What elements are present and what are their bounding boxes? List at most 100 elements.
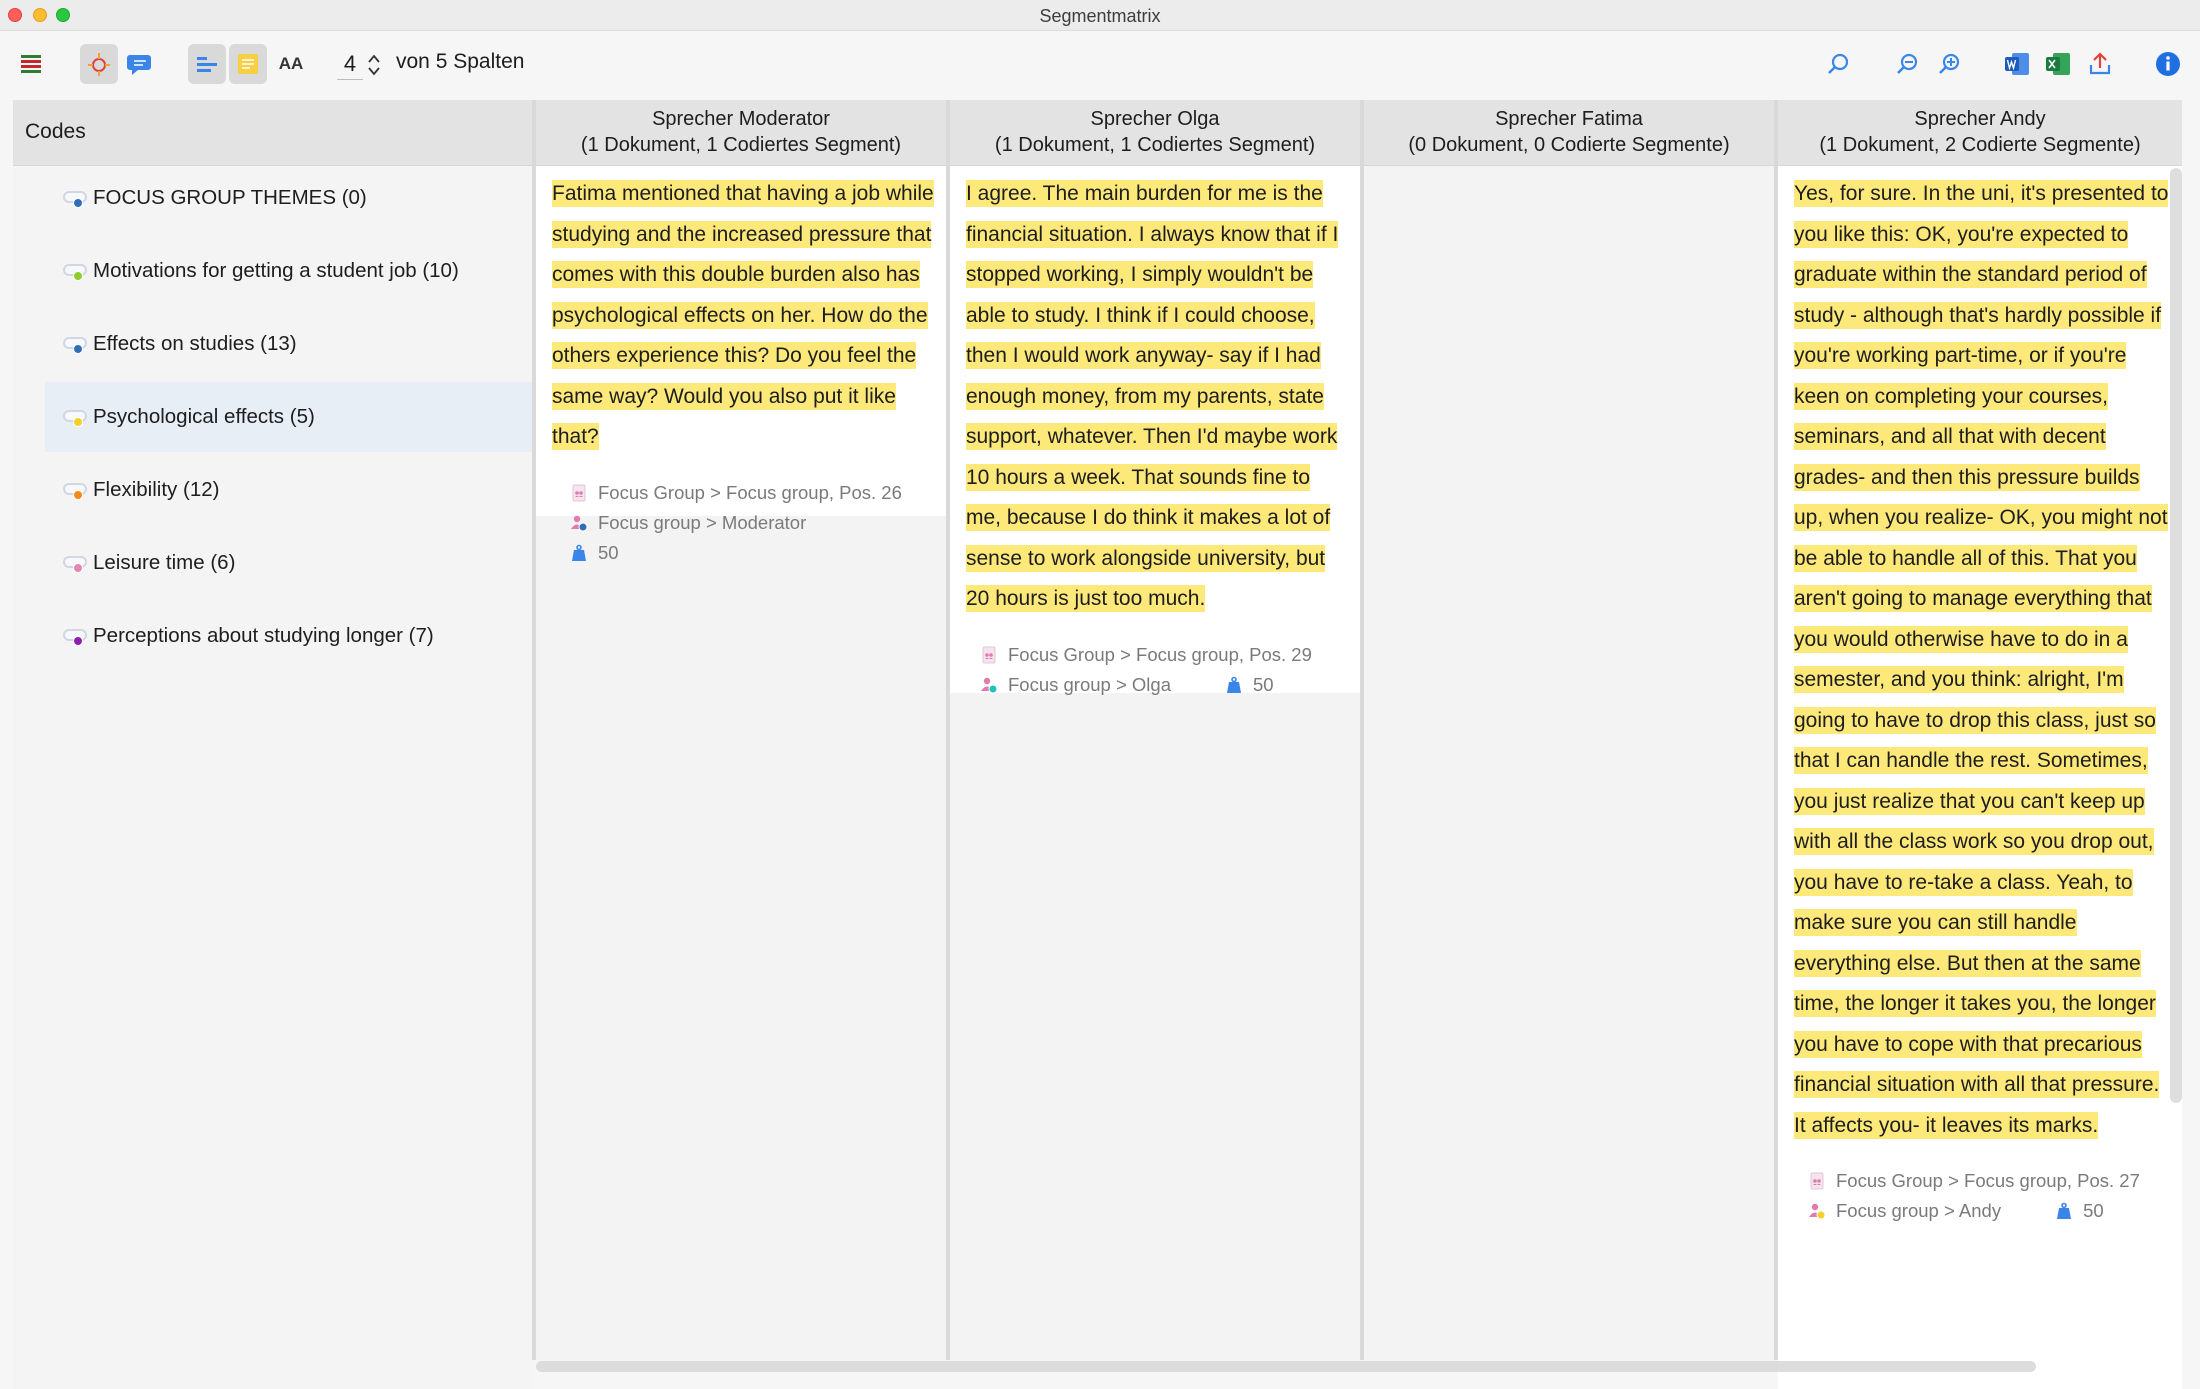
column-header[interactable]: Sprecher Moderator (1 Dokument, 1 Codiert… — [536, 100, 946, 166]
coded-segment-cell[interactable]: Fatima mentioned that having a job while… — [536, 166, 946, 563]
code-tag-icon — [63, 480, 89, 500]
column-header-subtitle: (0 Dokument, 0 Codierte Segmente) — [1408, 134, 1730, 156]
weight-icon — [572, 544, 586, 561]
segment-weight: 50 — [1253, 673, 1274, 695]
code-item[interactable]: Effects on studies (13) — [45, 309, 532, 379]
columns-label: von 5 Spalten — [396, 50, 525, 73]
code-tag-icon — [63, 553, 89, 573]
segment-text[interactable]: Fatima mentioned that having a job while… — [552, 174, 936, 458]
align-icon — [197, 57, 217, 72]
horizontal-scrollbar[interactable] — [536, 1361, 2036, 1372]
column-divider[interactable] — [946, 100, 950, 1360]
segment-text[interactable]: I agree. The main burden for me is the f… — [966, 174, 1350, 620]
font-size-button[interactable]: AA — [272, 44, 310, 84]
column-header-subtitle: (1 Dokument, 2 Codierte Segmente) — [1819, 134, 2141, 156]
show-code-segments-button[interactable] — [80, 44, 118, 84]
sticky-note-icon — [238, 54, 258, 74]
export-icon — [2089, 52, 2111, 75]
segment-weight: 50 — [598, 541, 619, 563]
segment-source[interactable]: Focus Group > Focus group, Pos. 27 — [1836, 1166, 2140, 1196]
comments-button[interactable] — [229, 44, 267, 84]
memo-bubble-icon — [127, 55, 151, 75]
columns-stepper[interactable] — [366, 48, 382, 82]
segment-speaker[interactable]: Focus group > Andy — [1836, 1196, 2001, 1226]
column-divider[interactable] — [532, 100, 536, 1360]
document-icon — [572, 484, 586, 501]
speaker-icon — [1809, 1203, 1826, 1220]
segment-speaker[interactable]: Focus group > Moderator — [598, 508, 806, 538]
search-button[interactable] — [1820, 44, 1858, 84]
chevron-down-icon[interactable] — [367, 65, 381, 77]
code-item-label: FOCUS GROUP THEMES (0) — [93, 186, 367, 209]
zoom-in-icon — [1939, 53, 1960, 74]
segment-source[interactable]: Focus Group > Focus group, Pos. 29 — [1008, 640, 1312, 670]
menu-button[interactable] — [12, 44, 50, 84]
export-excel-button[interactable] — [2039, 44, 2077, 84]
document-icon — [982, 646, 996, 663]
document-icon — [1810, 1172, 1824, 1190]
codes-panel: Codes FOCUS GROUP THEMES (0) Motivations … — [13, 100, 532, 1389]
weight-icon — [1227, 676, 1241, 693]
column-header-title: Sprecher Olga — [1090, 108, 1220, 130]
column-header[interactable]: Sprecher Andy (1 Dokument, 2 Codierte Seg… — [1778, 100, 2182, 166]
align-button[interactable] — [188, 44, 226, 84]
title-bar: Segmentmatrix — [0, 0, 2200, 31]
code-item-label: Perceptions about studying longer (7) — [93, 624, 434, 647]
column-header-title: Sprecher Moderator — [652, 108, 830, 130]
column-header-title: Sprecher Fatima — [1495, 108, 1643, 130]
toolbar: AA 4 von 5 Spalten — [0, 32, 2200, 98]
code-item[interactable]: Motivations for getting a student job (1… — [45, 236, 532, 306]
matrix-column: Sprecher Olga (1 Dokument, 1 Codiertes Se… — [950, 100, 1360, 1360]
code-item-label: Psychological effects (5) — [93, 405, 315, 428]
segment-weight: 50 — [2083, 1200, 2104, 1221]
column-divider[interactable] — [1360, 100, 1364, 1360]
columns-count-input[interactable]: 4 — [337, 48, 363, 80]
code-item[interactable]: Psychological effects (5) — [45, 382, 532, 452]
segment-source[interactable]: Focus Group > Focus group, Pos. 26 — [598, 478, 902, 508]
column-header-title: Sprecher Andy — [1914, 108, 2046, 130]
segment-metadata: Focus Group > Focus group, Pos. 26 Focus … — [552, 478, 936, 568]
vertical-scrollbar[interactable] — [2170, 168, 2182, 1103]
column-header[interactable]: Sprecher Fatima (0 Dokument, 0 Codierte S… — [1364, 100, 1774, 166]
segment-matrix-window: Segmentmatrix AA 4 von 5 Spalten Codes F… — [0, 0, 2200, 1389]
matrix-column: Sprecher Moderator (1 Dokument, 1 Codiert… — [536, 100, 946, 1360]
chevron-up-icon[interactable] — [367, 53, 381, 65]
code-item[interactable]: FOCUS GROUP THEMES (0) — [45, 163, 532, 233]
code-item-label: Effects on studies (13) — [93, 332, 297, 355]
segment-metadata: Focus Group > Focus group, Pos. 29 Focus … — [966, 640, 1350, 700]
column-divider[interactable] — [1774, 100, 1778, 1360]
column-header[interactable]: Sprecher Olga (1 Dokument, 1 Codiertes Se… — [950, 100, 1360, 166]
code-item[interactable]: Flexibility (12) — [45, 455, 532, 525]
code-tag-icon — [63, 626, 89, 646]
code-item-label: Flexibility (12) — [93, 478, 220, 501]
export-button[interactable] — [2081, 44, 2119, 84]
segment-text[interactable]: Yes, for sure. In the uni, it's presente… — [1794, 174, 2172, 1146]
code-item[interactable]: Perceptions about studying longer (7) — [45, 601, 532, 671]
show-memos-button[interactable] — [120, 44, 158, 84]
search-icon — [1828, 53, 1849, 74]
excel-export-icon — [2046, 53, 2070, 75]
code-tag-icon — [63, 188, 89, 208]
zoom-in-button[interactable] — [1931, 44, 1969, 84]
zoom-out-icon — [1897, 53, 1918, 74]
code-segment-icon — [88, 53, 110, 76]
codes-header: Codes — [13, 100, 532, 166]
coded-segment-cell[interactable]: I agree. The main burden for me is the f… — [950, 166, 1360, 695]
zoom-out-button[interactable] — [1889, 44, 1927, 84]
segment-metadata: Focus Group > Focus group, Pos. 27 Focus … — [1794, 1166, 2172, 1226]
info-button[interactable] — [2149, 44, 2187, 84]
codes-header-label: Codes — [25, 120, 86, 143]
code-tag-icon — [63, 407, 89, 427]
coded-segment-cell[interactable]: Yes, for sure. In the uni, it's presente… — [1778, 166, 2182, 1389]
code-item[interactable]: Leisure time (6) — [45, 528, 532, 598]
matrix-column: Sprecher Fatima (0 Dokument, 0 Codierte S… — [1364, 100, 1774, 1360]
code-item-label: Leisure time (6) — [93, 551, 236, 574]
segment-speaker[interactable]: Focus group > Olga — [1008, 670, 1171, 700]
window-title: Segmentmatrix — [1039, 6, 1161, 26]
code-item-label: Motivations for getting a student job (1… — [93, 259, 459, 282]
export-word-button[interactable] — [1998, 44, 2036, 84]
menu-icon — [21, 55, 41, 73]
column-header-subtitle: (1 Dokument, 1 Codiertes Segment) — [580, 134, 902, 156]
matrix-column: Sprecher Andy (1 Dokument, 2 Codierte Seg… — [1778, 100, 2182, 1389]
word-export-icon — [2005, 53, 2029, 75]
